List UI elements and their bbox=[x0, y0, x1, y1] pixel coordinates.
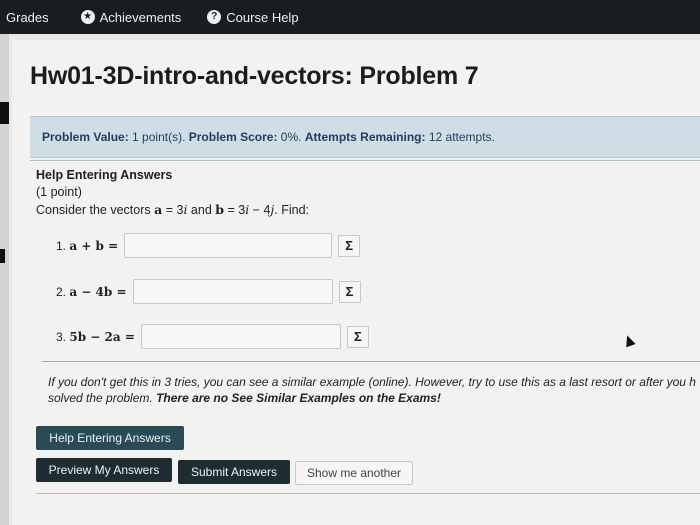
problem-value: 1 point(s). bbox=[132, 130, 186, 144]
submit-answers-button[interactable]: Submit Answers bbox=[178, 460, 290, 484]
help-entering-answers-button[interactable]: Help Entering Answers bbox=[36, 426, 184, 450]
answer-expr-3: 5b − 2a = bbox=[69, 329, 135, 344]
eq-a: = 3 bbox=[162, 203, 184, 217]
answer-input-3[interactable] bbox=[140, 324, 341, 349]
answer-label-2: 2. a − 4b = bbox=[56, 285, 127, 299]
problem-status-box: Problem Value: 1 point(s). Problem Score… bbox=[30, 116, 700, 158]
prompt-start: Consider the vectors bbox=[36, 203, 151, 217]
divider bbox=[30, 160, 700, 161]
main-content: Hw01-3D-intro-and-vectors: Problem 7 Pro… bbox=[12, 40, 700, 525]
minus-text: − 4 bbox=[249, 203, 271, 217]
sigma-icon[interactable]: Σ bbox=[338, 234, 361, 257]
nav-course-help-label: Course Help bbox=[226, 9, 299, 25]
answer-input-1[interactable] bbox=[124, 233, 333, 258]
vector-b: b bbox=[215, 202, 224, 217]
preview-answers-button[interactable]: Preview My Answers bbox=[36, 458, 172, 482]
note-line-1: If you don't get this in 3 tries, you ca… bbox=[48, 375, 696, 389]
problem-value-label: Problem Value: bbox=[42, 130, 129, 144]
note-bold: There are no See Similar Examples on the… bbox=[156, 391, 441, 405]
answer-expr-1: a + b = bbox=[69, 238, 119, 253]
divider bbox=[42, 361, 700, 362]
note-prefix: solved the problem. bbox=[48, 391, 157, 405]
answer-num-3: 3. bbox=[56, 329, 67, 344]
divider bbox=[36, 493, 700, 494]
nav-achievements-label: Achievements bbox=[99, 9, 182, 25]
sigma-icon[interactable]: Σ bbox=[346, 325, 369, 348]
page-title: Hw01-3D-intro-and-vectors: Problem 7 bbox=[30, 62, 479, 90]
problem-body: Help Entering Answers (1 point) Consider… bbox=[36, 168, 696, 217]
similar-example-note: If you don't get this in 3 tries, you ca… bbox=[48, 374, 700, 406]
answer-row-1: 1. a + b = Σ bbox=[56, 233, 361, 258]
sigma-icon[interactable]: Σ bbox=[338, 280, 361, 303]
answer-label-3: 3. 5b − 2a = bbox=[56, 330, 135, 344]
answer-expr-2: a − 4b = bbox=[69, 284, 127, 299]
left-sidebar-edge bbox=[0, 34, 9, 525]
answer-num-1: 1. bbox=[56, 238, 67, 253]
problem-score-label: Problem Score: bbox=[188, 130, 278, 144]
note-line-2: solved the problem. There are no See Sim… bbox=[48, 390, 700, 406]
nav-grades[interactable]: Grades bbox=[6, 10, 49, 25]
and-text: and bbox=[187, 203, 216, 217]
sidebar-marker bbox=[0, 102, 9, 124]
answer-input-2[interactable] bbox=[132, 279, 333, 304]
attempts-remaining: 12 attempts. bbox=[428, 130, 495, 144]
answer-row-3: 3. 5b − 2a = Σ bbox=[56, 324, 369, 349]
find-text: . Find: bbox=[274, 203, 310, 217]
problem-points: (1 point) bbox=[36, 185, 82, 199]
question-icon: ? bbox=[207, 10, 222, 24]
top-nav-bar: Grades ★ Achievements ? Course Help bbox=[0, 0, 700, 34]
sidebar-marker-2 bbox=[0, 249, 5, 263]
answer-row-2: 2. a − 4b = Σ bbox=[56, 279, 361, 304]
star-badge-icon: ★ bbox=[80, 10, 95, 24]
answer-num-2: 2. bbox=[56, 284, 67, 299]
nav-achievements[interactable]: ★ Achievements bbox=[80, 9, 182, 25]
mouse-cursor-icon bbox=[622, 333, 636, 348]
eq-b: = 3 bbox=[224, 203, 246, 217]
show-another-button[interactable]: Show me another bbox=[295, 461, 413, 485]
attempts-remaining-label: Attempts Remaining: bbox=[304, 130, 426, 144]
problem-score: 0%. bbox=[280, 130, 302, 144]
help-entering-answers-link[interactable]: Help Entering Answers bbox=[36, 168, 696, 182]
answer-label-1: 1. a + b = bbox=[56, 239, 118, 253]
problem-prompt: Consider the vectors a = 3i and b = 3i −… bbox=[36, 202, 696, 217]
nav-course-help[interactable]: ? Course Help bbox=[207, 9, 299, 25]
